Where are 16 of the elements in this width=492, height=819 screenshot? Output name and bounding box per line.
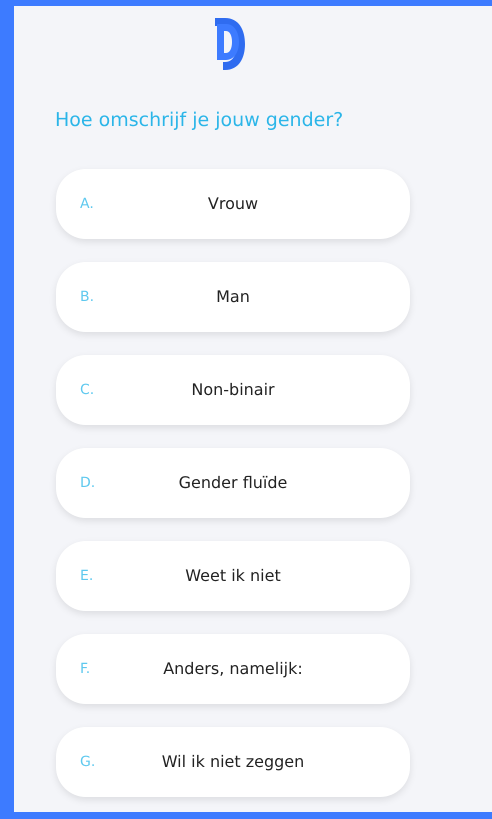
option-letter: C. (80, 380, 94, 400)
answer-option[interactable]: B. Man (56, 262, 410, 332)
question-title: Hoe omschrijf je jouw gender? (55, 108, 344, 133)
option-letter: A. (80, 194, 94, 214)
option-letter: F. (80, 660, 90, 678)
option-letter: G. (80, 752, 96, 772)
option-letter: E. (80, 566, 94, 586)
option-letter: B. (80, 288, 94, 306)
answer-option[interactable]: C. Non-binair (56, 355, 410, 425)
logo-icon (215, 18, 245, 70)
answer-option[interactable]: F. Anders, namelijk: (56, 634, 410, 704)
option-letter: D. (80, 474, 96, 492)
answer-option[interactable]: D. Gender fluïde (56, 448, 410, 518)
answer-option[interactable]: E. Weet ik niet (56, 541, 410, 611)
answer-option[interactable]: G. Wil ik niet zeggen (56, 727, 410, 797)
answer-option[interactable]: A. Vrouw (56, 169, 410, 239)
